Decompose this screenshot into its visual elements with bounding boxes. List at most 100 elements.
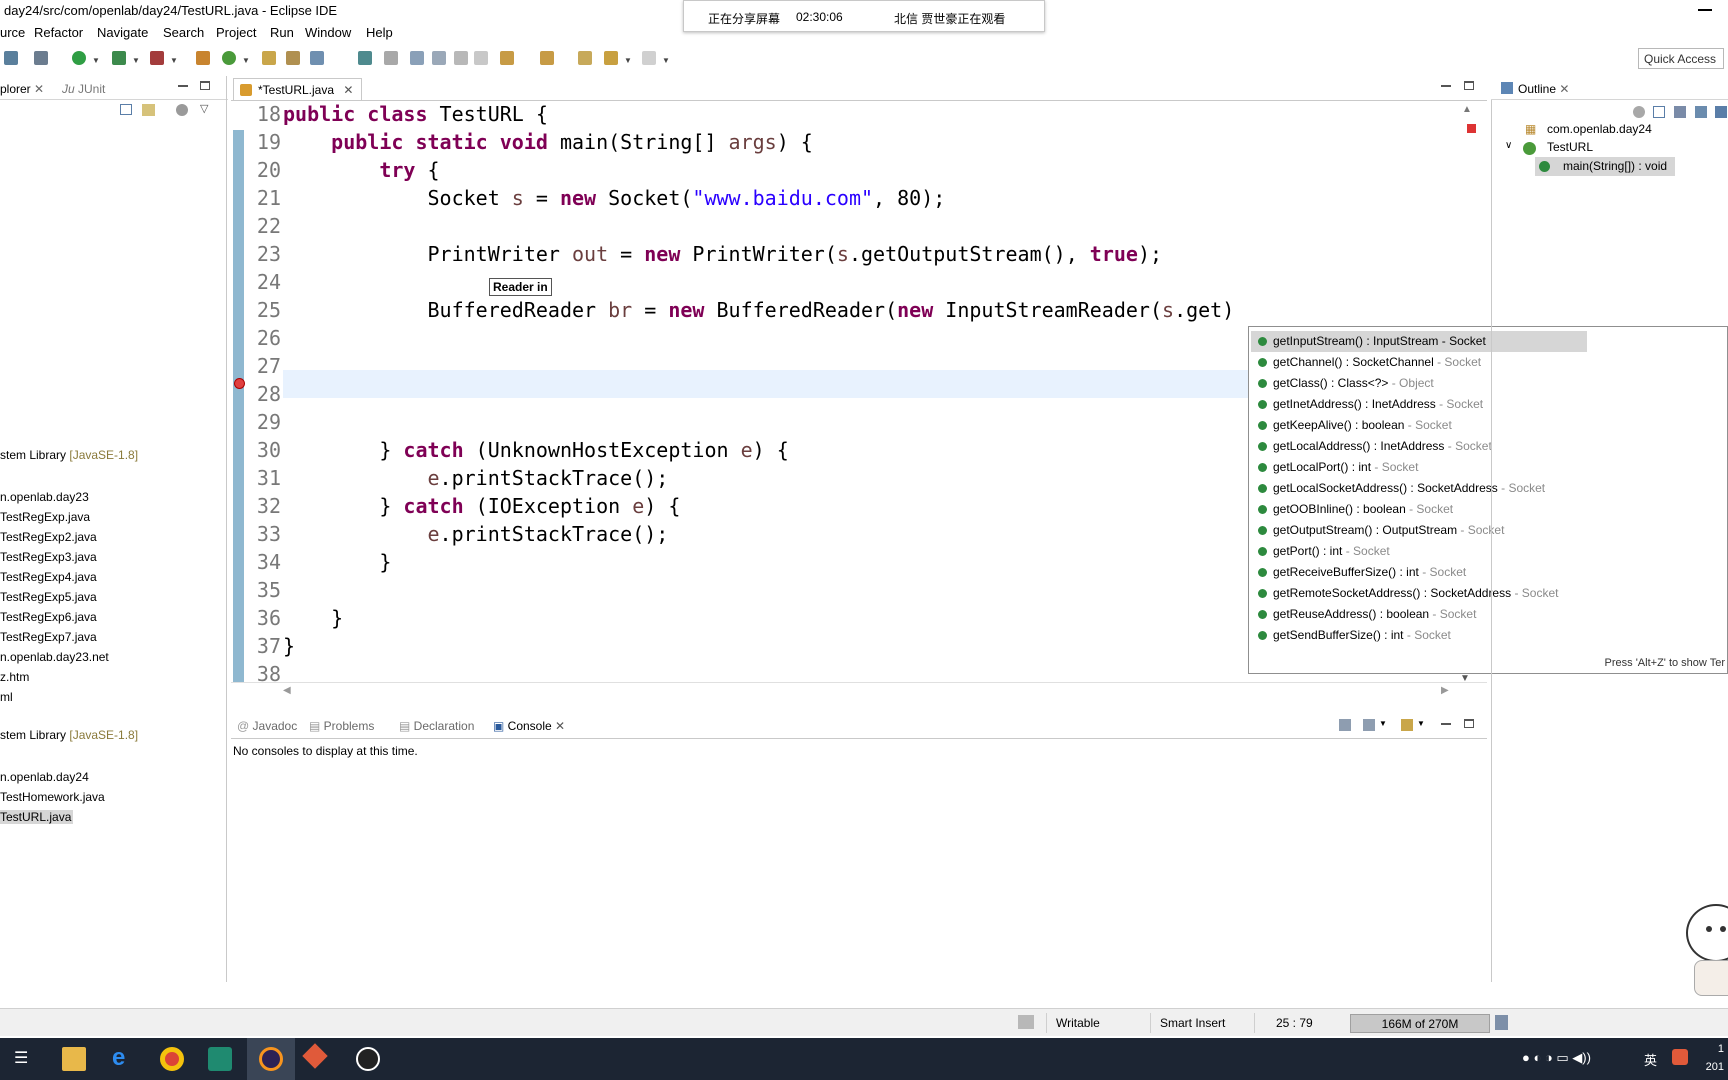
pin-icon[interactable] (1339, 719, 1351, 731)
minimize-icon[interactable] (178, 85, 188, 87)
toggle-breadcrumb-icon[interactable] (410, 51, 424, 65)
explorer-tree-item[interactable]: n.openlab.day23 (0, 490, 89, 504)
minimize-icon[interactable] (1441, 85, 1451, 87)
debug-icon[interactable] (34, 51, 48, 65)
ime-indicator[interactable]: 英 (1644, 1050, 1657, 1069)
explorer-tree-item[interactable]: TestRegExp7.java (0, 630, 97, 644)
outline-class[interactable]: TestURL (1547, 140, 1593, 154)
focus-icon[interactable] (1633, 106, 1645, 118)
view-menu-icon[interactable]: ▽ (200, 102, 208, 115)
explorer-tree-item[interactable]: TestRegExp3.java (0, 550, 97, 564)
search-icon[interactable] (310, 51, 324, 65)
collapse-all-icon[interactable] (120, 104, 132, 115)
explorer-tree-item[interactable]: TestURL.java (0, 810, 74, 824)
mark-occurrences-icon[interactable] (432, 51, 446, 65)
coverage-dropdown-icon[interactable]: ▼ (132, 56, 140, 65)
code-line[interactable]: public static void main(String[] args) { (283, 130, 813, 154)
explorer-tree-item[interactable]: z.htm (0, 670, 29, 684)
sogou-icon[interactable] (1672, 1049, 1688, 1065)
code-line[interactable]: try { (283, 158, 439, 182)
explorer-tree-item[interactable]: ml (0, 690, 13, 704)
code-line[interactable]: } catch (IOException e) { (283, 494, 680, 518)
eclipse-taskbar-active[interactable] (247, 1038, 295, 1080)
tab-console[interactable]: ▣ Console ✕ (493, 719, 565, 733)
prev-annotation-icon[interactable] (540, 51, 554, 65)
overview-error-icon[interactable] (1467, 124, 1476, 133)
qq-icon[interactable] (356, 1047, 380, 1071)
menu-search[interactable]: Search (163, 25, 204, 40)
code-line[interactable]: } catch (UnknownHostException e) { (283, 438, 788, 462)
filter-icon[interactable] (176, 104, 188, 116)
tray-icons[interactable]: ● ◐ ◑ ▭ ◀)) (1522, 1050, 1591, 1066)
chevron-down-icon[interactable]: ∨ (1505, 140, 1512, 151)
error-icon[interactable] (234, 378, 245, 389)
menu-project[interactable]: Project (216, 25, 256, 40)
minimize-button[interactable] (1688, 0, 1728, 22)
close-icon[interactable]: ✕ (34, 82, 44, 96)
garbage-collect-icon[interactable] (1495, 1015, 1508, 1030)
open-console-icon[interactable] (1401, 719, 1413, 731)
next-annotation-icon[interactable] (500, 51, 514, 65)
clock[interactable]: 1 201 (1706, 1040, 1724, 1076)
menu-run[interactable]: Run (270, 25, 294, 40)
hide-static-icon[interactable] (1715, 106, 1727, 118)
code-line[interactable]: e.printStackTrace(); (283, 466, 669, 490)
explorer-tree-item[interactable]: n.openlab.day23.net (0, 650, 109, 664)
horizontal-scrollbar[interactable]: ◀ ▶ (231, 682, 1487, 700)
code-line[interactable]: } (283, 606, 343, 630)
sash[interactable] (1491, 76, 1492, 982)
maximize-icon[interactable] (1464, 719, 1474, 728)
explorer-tree-item[interactable]: TestRegExp2.java (0, 530, 97, 544)
pen-icon[interactable] (384, 51, 398, 65)
scroll-left-icon[interactable]: ◀ (283, 685, 291, 696)
tab-outline[interactable]: Outline ✕ (1518, 82, 1569, 96)
explorer-tree-item[interactable]: TestHomework.java (0, 790, 105, 804)
explorer-tree-item[interactable]: stem Library [JavaSE-1.8] (0, 728, 138, 742)
task-view-icon[interactable]: ☰ (14, 1048, 28, 1068)
open-type-icon[interactable] (262, 51, 276, 65)
explorer-tree-item[interactable]: n.openlab.day24 (0, 770, 89, 784)
explorer-tree-item[interactable]: stem Library [JavaSE-1.8] (0, 448, 138, 462)
outline-package[interactable]: com.openlab.day24 (1547, 122, 1652, 136)
link-editor-icon[interactable] (142, 104, 155, 116)
new-package-icon[interactable] (196, 51, 210, 65)
menu-navigate[interactable]: Navigate (97, 25, 148, 40)
scroll-down-icon[interactable]: ▼ (1460, 673, 1470, 684)
block-selection-icon[interactable] (454, 51, 468, 65)
tab-declaration[interactable]: ▤ Declaration (399, 719, 474, 733)
edge-icon[interactable]: e (112, 1044, 125, 1072)
code-line[interactable]: } (283, 634, 295, 658)
code-line[interactable]: PrintWriter out = new PrintWriter(s.getO… (283, 242, 1162, 266)
tab-javadoc[interactable]: @ Javadoc (237, 719, 297, 733)
app-icon[interactable] (302, 1043, 328, 1069)
hide-fields-icon[interactable] (1695, 106, 1707, 118)
code-line[interactable]: BufferedReader br = new BufferedReader(n… (283, 298, 1234, 322)
code-line[interactable]: e.printStackTrace(); (283, 522, 669, 546)
annotation-icon[interactable] (358, 51, 372, 65)
menu-source[interactable]: urce (0, 25, 25, 40)
run-dropdown-icon[interactable]: ▼ (92, 56, 100, 65)
back-icon[interactable] (604, 51, 618, 65)
scroll-up-icon[interactable]: ▲ (1462, 104, 1472, 115)
vc-icon[interactable] (208, 1047, 232, 1071)
heap-status[interactable]: 166M of 270M (1350, 1014, 1490, 1033)
coverage-icon[interactable] (112, 51, 126, 65)
close-icon[interactable]: ✕ (343, 83, 353, 97)
menu-refactor[interactable]: Refactor (34, 25, 83, 40)
tab-junit[interactable]: Ju JUnit (62, 82, 105, 96)
chrome-icon[interactable] (160, 1047, 184, 1071)
explorer-tree-item[interactable]: TestRegExp.java (0, 510, 90, 524)
run-icon[interactable] (72, 51, 86, 65)
code-line[interactable]: Socket s = new Socket("www.baidu.com", 8… (283, 186, 945, 210)
dropdown-icon[interactable]: ▼ (1379, 719, 1387, 728)
sash[interactable] (226, 76, 227, 982)
quick-access-field[interactable]: Quick Access (1638, 48, 1724, 69)
scroll-right-icon[interactable]: ▶ (1441, 685, 1449, 696)
editor-tab-testurl[interactable]: *TestURL.java ✕ (233, 78, 363, 100)
outline-method[interactable]: main(String[]) : void (1563, 159, 1667, 173)
maximize-icon[interactable] (1464, 81, 1474, 90)
explorer-tree-item[interactable]: TestRegExp4.java (0, 570, 97, 584)
explorer-tree-item[interactable]: TestRegExp5.java (0, 590, 97, 604)
link-icon[interactable] (4, 51, 18, 65)
forward-dropdown-icon[interactable]: ▼ (662, 56, 670, 65)
